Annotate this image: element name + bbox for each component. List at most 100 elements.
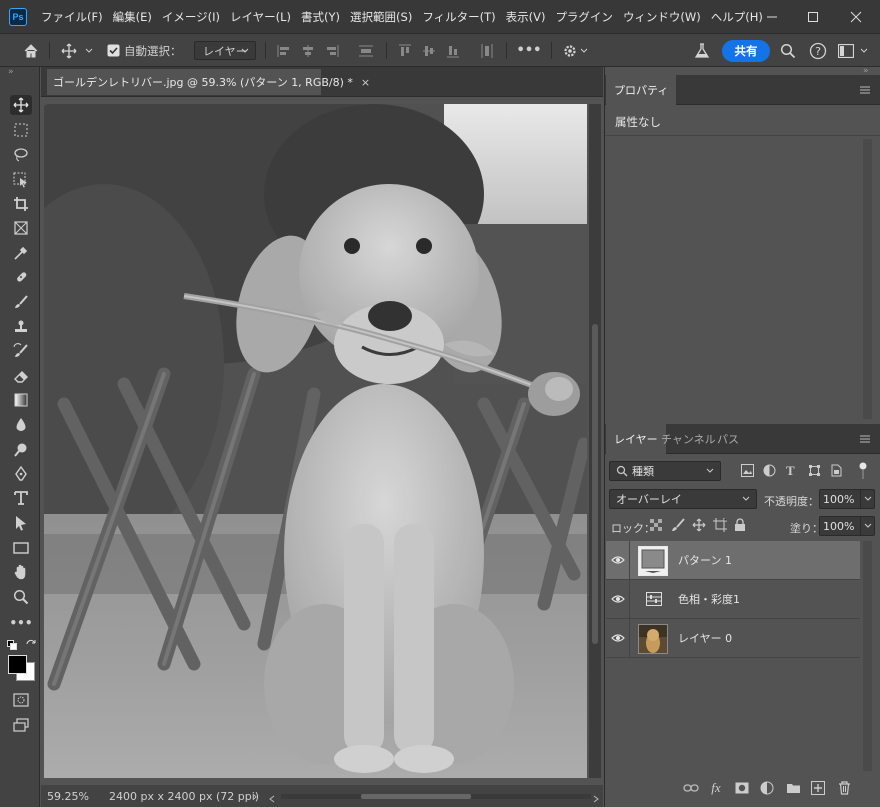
fill-field[interactable]: 100% [819,516,875,536]
panel-menu-icon[interactable] [859,433,871,447]
blur-tool-icon[interactable] [10,415,32,435]
auto-select-checkbox[interactable] [106,34,120,67]
filter-adjustment-icon[interactable] [763,464,776,480]
zoom-level[interactable]: 59.25% [47,790,89,803]
menu-plugins[interactable]: プラグイン [550,9,618,25]
brush-tool-icon[interactable] [10,292,32,312]
zoom-tool-icon[interactable] [10,587,32,607]
screen-mode-icon[interactable] [10,715,32,735]
more-tools-icon[interactable]: ••• [10,613,33,633]
foreground-color-swatch[interactable] [8,655,27,674]
add-mask-icon[interactable] [732,778,752,798]
new-layer-icon[interactable] [808,778,828,798]
visibility-eye-icon[interactable] [606,540,630,580]
eraser-tool-icon[interactable] [10,366,32,386]
vertical-scrollbar[interactable] [589,104,601,778]
search-icon[interactable] [778,34,798,67]
menu-filter[interactable]: フィルター(T) [417,9,500,25]
chevron-down-icon[interactable] [578,34,590,67]
menu-window[interactable]: ウィンドウ(W) [618,9,706,25]
align-center-icon[interactable] [300,34,316,67]
quick-mask-icon[interactable] [10,690,32,710]
layer-name[interactable]: 色相・彩度1 [678,591,740,607]
filter-image-icon[interactable] [741,464,754,480]
gear-icon[interactable] [560,34,580,67]
move-tool-icon[interactable] [10,95,32,115]
link-layers-icon[interactable] [681,778,701,798]
menu-select[interactable]: 選択範囲(S) [345,9,417,25]
scroll-thumb[interactable] [361,794,471,799]
layer-name[interactable]: パターン 1 [678,552,732,568]
share-button[interactable]: 共有 [722,40,770,62]
horizontal-scrollbar[interactable] [281,794,591,799]
eyedropper-tool-icon[interactable] [10,243,32,263]
marquee-tool-icon[interactable] [10,120,32,140]
new-group-folder-icon[interactable] [783,778,803,798]
scroll-left-icon[interactable] [269,793,281,803]
close-tab-icon[interactable]: × [361,76,370,89]
beaker-icon[interactable] [692,34,712,67]
chevron-down-icon[interactable] [82,34,96,67]
swap-colors-icon[interactable] [25,639,37,654]
layer-row[interactable]: 色相・彩度1 [606,579,860,619]
align-bottom-icon[interactable] [445,34,461,67]
layer-row[interactable]: パターン 1 [606,540,860,580]
status-menu-arrow[interactable]: › [253,790,257,803]
trash-icon[interactable] [834,778,854,798]
filter-smart-object-icon[interactable] [830,464,843,480]
lock-artboard-icon[interactable] [713,518,727,535]
healing-brush-tool-icon[interactable] [10,267,32,287]
path-select-tool-icon[interactable] [10,513,32,533]
lock-position-icon[interactable] [692,518,706,535]
lock-transparent-icon[interactable] [650,519,662,534]
panel-menu-icon[interactable] [859,84,871,98]
chevron-down-icon[interactable] [858,34,870,67]
filter-toggle[interactable] [858,461,868,481]
menu-type[interactable]: 書式(Y) [296,9,345,25]
menu-layer[interactable]: レイヤー(L) [225,9,296,25]
crop-tool-icon[interactable] [10,194,32,214]
document-tab[interactable]: ゴールデンレトリバー.jpg @ 59.3% (パターン 1, RGB/8) *… [47,69,370,95]
opacity-field[interactable]: 100% [819,489,875,509]
align-middle-icon[interactable] [421,34,437,67]
minimize-icon[interactable] [752,0,792,33]
gradient-tool-icon[interactable] [10,390,32,410]
distribute-icon[interactable] [356,34,376,67]
blend-mode-dropdown[interactable]: オーバーレイ [609,489,757,509]
layer-row[interactable]: レイヤー 0 [606,618,860,658]
dodge-tool-icon[interactable] [10,440,32,460]
frame-tool-icon[interactable] [10,218,32,238]
scroll-thumb[interactable] [592,324,598,644]
filter-type-icon[interactable]: T [786,463,795,479]
lasso-tool-icon[interactable] [10,145,32,165]
type-tool-icon[interactable] [10,488,32,508]
help-icon[interactable]: ? [808,34,828,67]
lock-pixels-icon[interactable] [671,518,685,535]
menu-image[interactable]: イメージ(I) [157,9,225,25]
lock-all-icon[interactable] [734,518,746,535]
filter-shape-icon[interactable] [808,464,821,480]
object-select-tool-icon[interactable] [10,170,32,190]
menu-file[interactable]: ファイル(F) [36,9,108,25]
align-top-icon[interactable] [397,34,413,67]
distribute-vertical-icon[interactable] [478,34,496,67]
close-window-icon[interactable] [836,0,876,33]
tab-properties[interactable]: プロパティ [606,75,677,105]
clone-stamp-tool-icon[interactable] [10,317,32,337]
pen-tool-icon[interactable] [10,464,32,484]
default-colors-icon[interactable] [7,639,17,653]
collapse-chevrons-icon[interactable]: » [8,67,14,77]
rectangle-tool-icon[interactable] [10,538,32,558]
workspace-icon[interactable] [836,34,856,67]
auto-select-target-dropdown[interactable]: レイヤー [194,41,256,60]
layer-filter-dropdown[interactable]: 種類 [609,461,721,481]
move-tool-icon[interactable] [56,34,82,67]
menu-edit[interactable]: 編集(E) [108,9,157,25]
home-icon[interactable] [18,34,44,67]
hand-tool-icon[interactable] [10,562,32,582]
image-canvas[interactable] [44,104,587,778]
history-brush-tool-icon[interactable] [10,341,32,361]
layer-style-fx-icon[interactable]: fx [706,778,726,798]
visibility-eye-icon[interactable] [606,579,630,619]
align-right-icon[interactable] [324,34,340,67]
